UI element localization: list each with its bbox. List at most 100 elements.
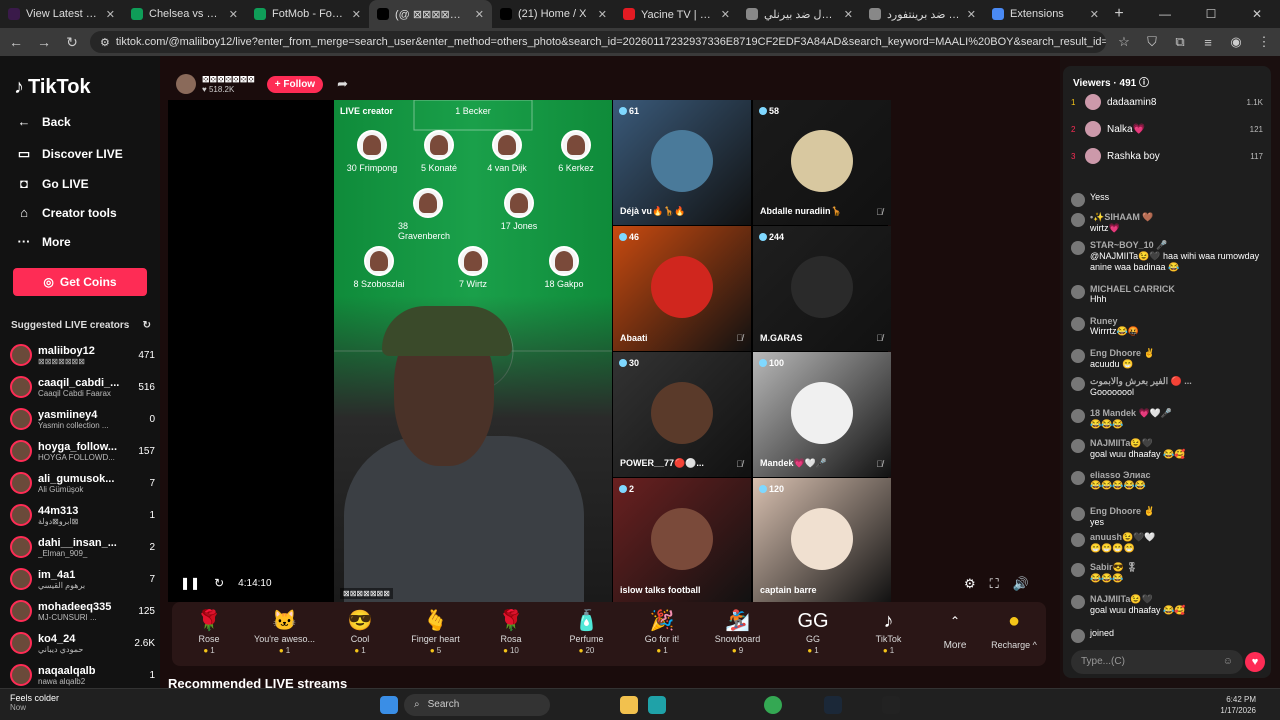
chat-username[interactable]: الفير بعرش والابموت 🔴 ... — [1090, 376, 1192, 387]
guest-tile[interactable]: 100 Mandek💗🤍🎤 🎙̸ — [753, 352, 891, 477]
viewers-header[interactable]: Viewers · 491 ⓘ — [1073, 74, 1149, 89]
chat-username[interactable]: STAR~BOY_10 🎤 — [1090, 240, 1267, 251]
maximize-icon[interactable]: ☐ — [1188, 7, 1234, 21]
shield-icon[interactable]: ⛉ — [1142, 34, 1162, 50]
guest-tile[interactable]: 2 islow talks football — [613, 478, 751, 603]
suggested-creator[interactable]: ko4_24 حمودي ديباني 2.6K — [10, 628, 155, 658]
close-tab-icon[interactable]: ✕ — [229, 8, 238, 21]
chat-username[interactable]: NAJMIITa😉🖤 — [1090, 438, 1185, 449]
suggested-creator[interactable]: dahi__insan_... _Elman_909_ 2 — [10, 532, 155, 562]
more-gifts-button[interactable]: ⌃ More — [930, 608, 980, 651]
taskbar-search[interactable]: ⌕ Search — [404, 694, 550, 716]
sidebar-nav-discover-live[interactable]: ▭ Discover LIVE — [16, 146, 123, 162]
fullscreen-icon[interactable]: ⛶ — [990, 576, 999, 592]
suggested-creator[interactable]: caaqil_cabdi_... Caaqil Cabdi Faarax 516 — [10, 372, 155, 402]
gift-item[interactable]: 🎉 Go for it! 1 — [627, 608, 697, 655]
suggested-creator[interactable]: im_4a1 برهوم القيسي 7 — [10, 564, 155, 594]
chat-input[interactable]: Type...(C) ☺ — [1071, 650, 1243, 674]
guest-tile[interactable]: 61 Déjà vu🔥🦒🔥 — [613, 100, 751, 225]
info-icon[interactable]: ⓘ — [1139, 78, 1149, 89]
back-arrow-icon[interactable]: ← — [6, 34, 26, 50]
forward-arrow-icon[interactable]: → — [34, 34, 54, 50]
guest-tile[interactable]: 30 POWER__77🔴⚪... 🎙̸ — [613, 352, 751, 477]
browser-tab[interactable]: (@ ⊠⊠⊠⊠⊠⊠⊠ ✕ — [369, 0, 492, 28]
top-viewer[interactable]: 2 Nalka💗 121 — [1071, 119, 1263, 139]
close-tab-icon[interactable]: ✕ — [967, 8, 976, 21]
top-viewer[interactable]: 1 dadaamin8 1.1K — [1071, 92, 1263, 112]
chat-username[interactable]: Sabir😎 🎖 — [1090, 562, 1138, 573]
browser-tab[interactable]: Extensions ✕ — [984, 0, 1107, 28]
url-field[interactable]: ⚙ tiktok.com/@maliiboy12/live?enter_from… — [90, 31, 1106, 53]
close-window-icon[interactable]: ✕ — [1234, 7, 1280, 21]
close-tab-icon[interactable]: ✕ — [1090, 8, 1099, 21]
suggested-creator[interactable]: mohadeeq335 MJ-CUNSURI ... 125 — [10, 596, 155, 626]
recharge-button[interactable]: ● Recharge ^ — [984, 608, 1044, 650]
refresh-stream-icon[interactable]: ↻ — [214, 576, 224, 590]
close-tab-icon[interactable]: ✕ — [598, 8, 607, 21]
gift-item[interactable]: 🌹 Rosa 10 — [476, 608, 546, 655]
chat-username[interactable]: NAJMIITa😉🖤 — [1090, 594, 1185, 605]
chat-username[interactable]: eliasso Элиас — [1090, 470, 1150, 480]
follow-button[interactable]: + Follow — [266, 75, 324, 93]
chat-username[interactable]: •✨SIHAAM 🤎 — [1090, 212, 1154, 223]
gift-item[interactable]: 😎 Cool 1 — [325, 608, 395, 655]
refresh-icon[interactable]: ↻ — [143, 320, 151, 331]
close-tab-icon[interactable]: ✕ — [106, 8, 115, 21]
guest-tile[interactable]: 46 Abaati 🎙̸ — [613, 226, 751, 351]
browser-tab[interactable]: FotMob - Football Liv ✕ — [246, 0, 369, 28]
pause-icon[interactable]: ❚❚ — [180, 576, 200, 590]
gift-item[interactable]: 🌹 Rose 1 — [174, 608, 244, 655]
share-icon[interactable]: ➦ — [337, 76, 348, 92]
site-info-icon[interactable]: ⚙ — [100, 36, 110, 49]
guest-tile[interactable]: 58 Abdalle nuradiin🦒 🎙̸ — [753, 100, 891, 225]
close-tab-icon[interactable]: ✕ — [844, 8, 853, 21]
chrome-icon[interactable] — [764, 696, 782, 714]
browser-tab[interactable]: ليفربول ضد بيرنلي - / ✕ — [738, 0, 861, 28]
settings-icon[interactable]: ⚙ — [964, 576, 976, 592]
gift-item[interactable]: 🏂 Snowboard 9 — [703, 608, 773, 655]
volume-icon[interactable]: 🔊 — [1013, 576, 1029, 592]
host-name[interactable]: ⊠⊠⊠⊠⊠⊠⊠ — [202, 74, 255, 85]
reload-icon[interactable]: ↻ — [62, 34, 82, 51]
windows-start-icon[interactable] — [380, 696, 398, 714]
gift-item[interactable]: 🐱 You're aweso... 1 — [250, 608, 320, 655]
gift-item[interactable]: 🧴 Perfume 20 — [552, 608, 622, 655]
gift-item[interactable]: GG GG 1 — [778, 608, 848, 655]
media-icon[interactable]: ≡ — [1198, 35, 1218, 50]
browser-tab[interactable]: تشيلسي ضد برينتفورد ✕ — [861, 0, 984, 28]
suggested-creator[interactable]: hoyga_follow... HOYGA FOLLOWD... 157 — [10, 436, 155, 466]
steam-icon[interactable] — [824, 696, 842, 714]
emoji-icon[interactable]: ☺ — [1223, 656, 1233, 668]
suggested-creator[interactable]: maliiboy12 ⊠⊠⊠⊠⊠⊠⊠ 471 — [10, 340, 155, 370]
browser-tab[interactable]: (21) Home / X ✕ — [492, 0, 615, 28]
close-tab-icon[interactable]: ✕ — [721, 8, 730, 21]
edge-icon[interactable] — [648, 696, 666, 714]
system-clock[interactable]: 6:42 PM 1/17/2026 — [1220, 694, 1256, 716]
like-heart-button[interactable]: ♥ — [1245, 652, 1265, 672]
extensions-icon[interactable]: ⧉ — [1170, 34, 1190, 50]
chat-username[interactable]: Eng Dhoore ✌️ — [1090, 506, 1155, 517]
suggested-creator[interactable]: ali_gumusok... Ali Gümüşok 7 — [10, 468, 155, 498]
menu-icon[interactable]: ⋮ — [1254, 34, 1274, 50]
chat-username[interactable]: MICHAEL CARRICK — [1090, 284, 1175, 294]
browser-tab[interactable]: Yacine TV | جودة عالية ✕ — [615, 0, 738, 28]
chat-username[interactable]: anuush😉🖤🤍 — [1090, 532, 1156, 543]
guest-tile[interactable]: 244 M.GARAS 🎙̸ — [753, 226, 891, 351]
profile-icon[interactable]: ◉ — [1226, 34, 1246, 50]
weather-widget[interactable]: Feels colder Now — [10, 693, 59, 712]
gift-item[interactable]: ♪ TikTok 1 — [854, 608, 924, 655]
top-viewer[interactable]: 3 Rashka boy 117 — [1071, 146, 1263, 166]
gift-item[interactable]: 🫰 Finger heart 5 — [401, 608, 471, 655]
file-explorer-icon[interactable] — [620, 696, 638, 714]
sidebar-nav-go-live[interactable]: ◘ Go LIVE — [16, 176, 89, 191]
bookmark-star-icon[interactable]: ☆ — [1114, 34, 1134, 50]
suggested-creator[interactable]: yasmiiney4 Yasmin collection ... 0 — [10, 404, 155, 434]
get-coins-button[interactable]: ◎ Get Coins — [13, 268, 147, 296]
live-video[interactable]: LIVE creator 1 Becker 30 Frimpong 5 Konaté… — [168, 100, 1029, 603]
minimize-icon[interactable]: — — [1142, 7, 1188, 21]
chat-username[interactable]: 18 Mandek 💗🤍🎤 — [1090, 408, 1172, 419]
browser-tab[interactable]: View Latest suheyb te ✕ — [0, 0, 123, 28]
close-tab-icon[interactable]: ✕ — [475, 8, 484, 21]
chat-username[interactable]: Eng Dhoore ✌️ — [1090, 348, 1155, 359]
browser-tab[interactable]: Chelsea vs Brentford ✕ — [123, 0, 246, 28]
